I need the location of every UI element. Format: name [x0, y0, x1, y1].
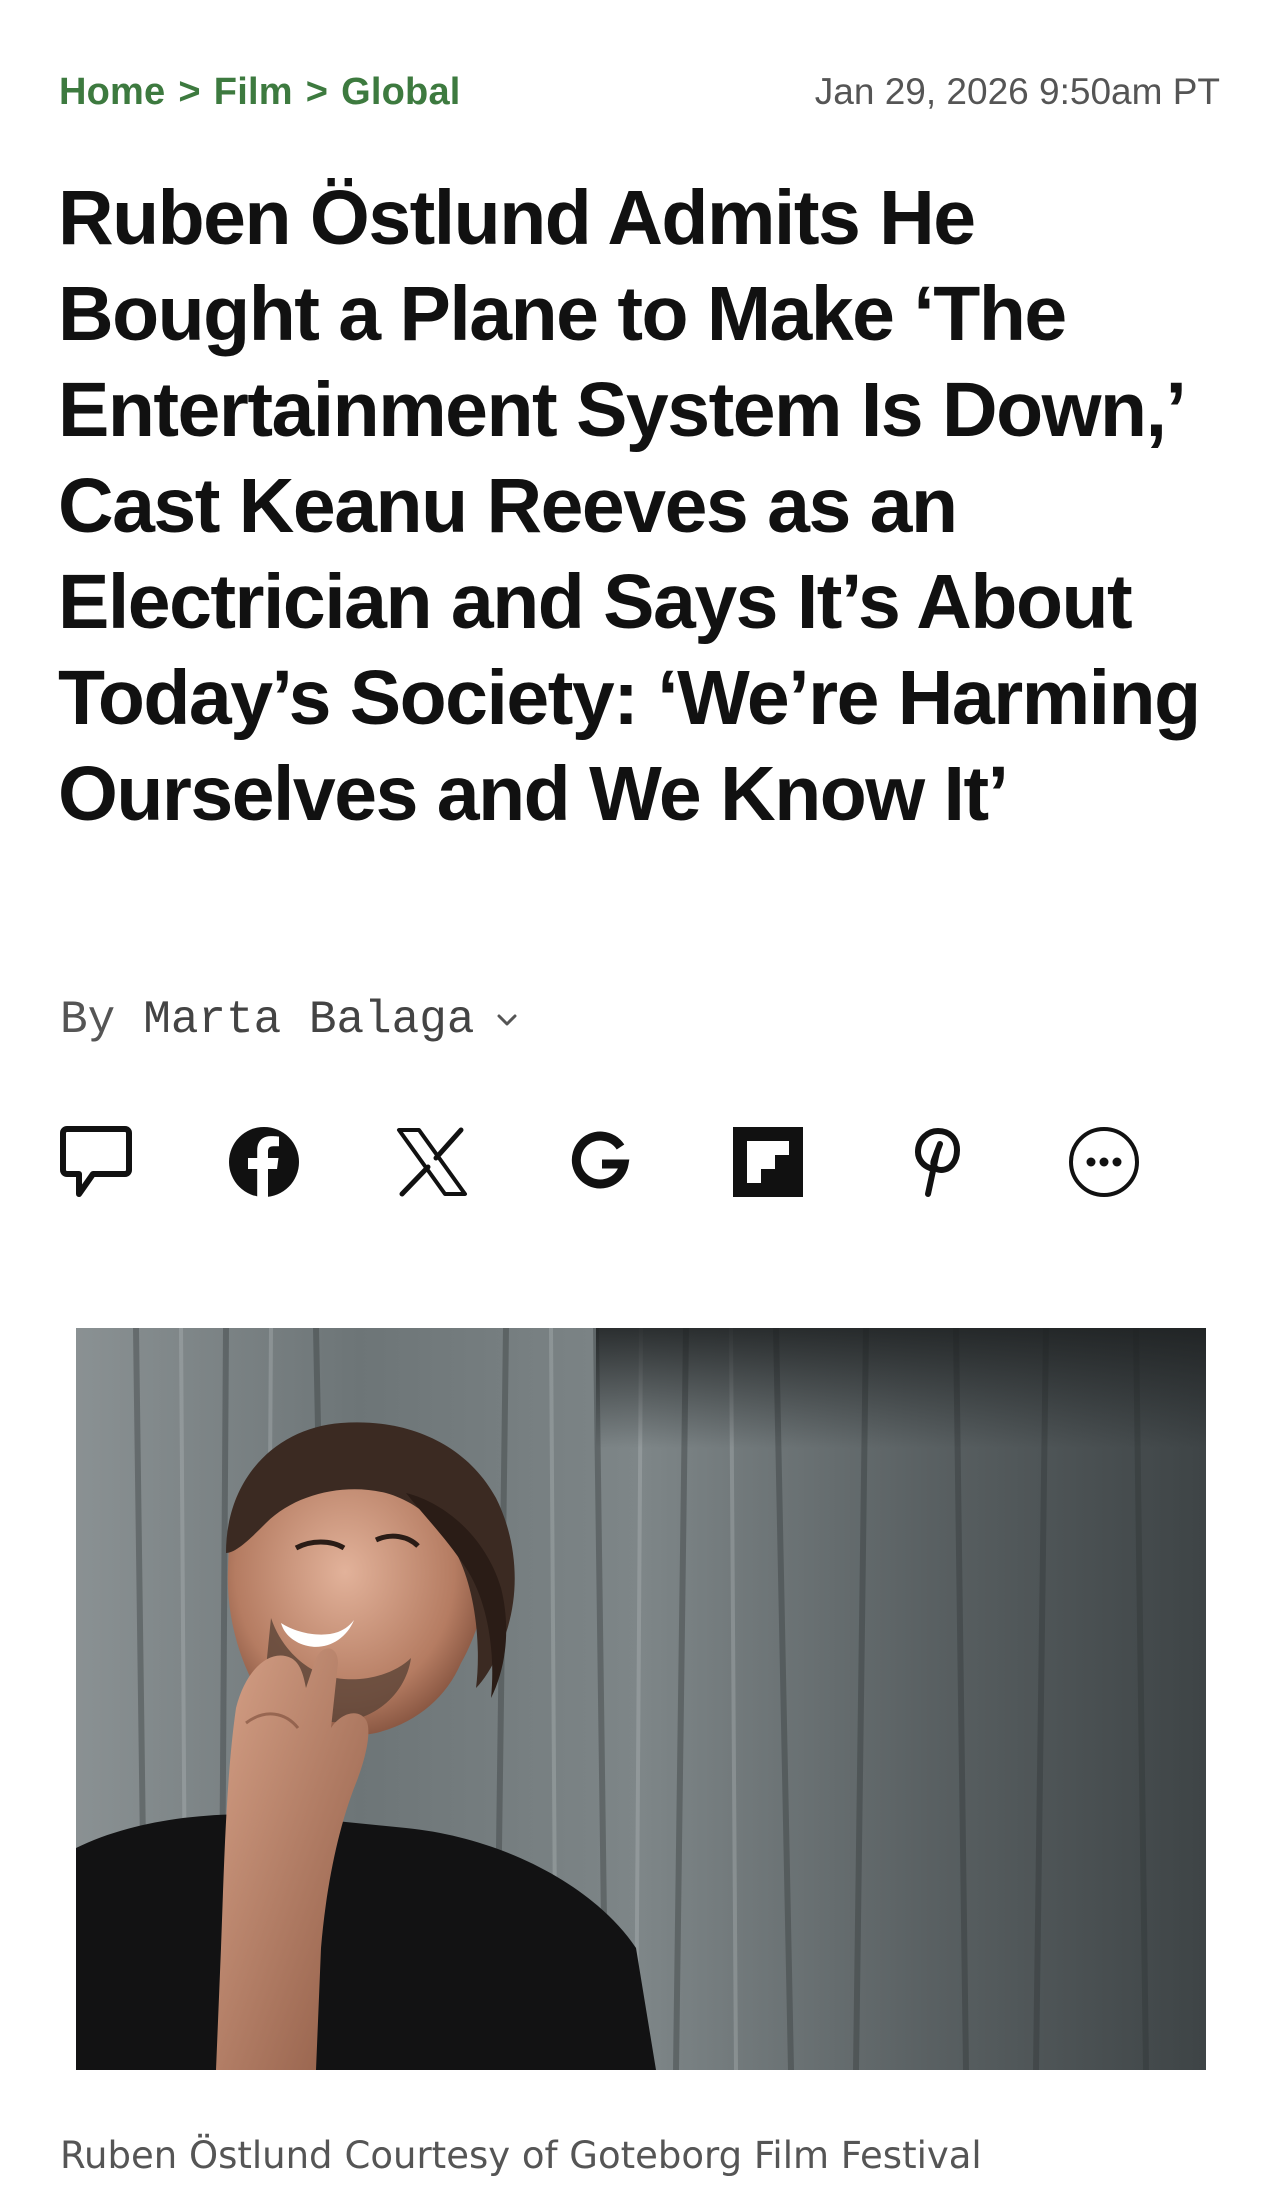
x-icon[interactable]	[394, 1124, 470, 1200]
flipboard-icon[interactable]	[730, 1124, 806, 1200]
more-icon[interactable]	[1066, 1124, 1142, 1200]
facebook-icon[interactable]	[226, 1124, 302, 1200]
article-headline: Ruben Östlund Admits He Bought a Plane t…	[58, 175, 1201, 837]
caption-subject: Ruben Östlund	[60, 2134, 333, 2177]
article-meta-bar: Home > Film > Global Jan 29, 2026 9:50am…	[59, 66, 1220, 118]
breadcrumb-separator: >	[305, 70, 329, 113]
breadcrumb-global-link[interactable]: Global	[341, 71, 460, 114]
breadcrumb-film-link[interactable]: Film	[214, 71, 293, 114]
caption-credit: Courtesy of Goteborg Film Festival	[344, 2134, 982, 2177]
pinterest-icon[interactable]	[898, 1124, 974, 1200]
byline-prefix: By	[60, 994, 116, 1046]
author-name-link[interactable]: Marta Balaga	[143, 994, 474, 1046]
google-icon[interactable]	[562, 1124, 638, 1200]
chevron-down-icon[interactable]	[496, 1013, 518, 1027]
breadcrumb-separator: >	[178, 70, 201, 113]
comment-icon[interactable]	[58, 1124, 134, 1200]
breadcrumb: Home > Film > Global	[59, 71, 461, 114]
breadcrumb-home-link[interactable]: Home	[59, 71, 165, 114]
publish-timestamp: Jan 29, 2026 9:50am PT	[814, 71, 1220, 112]
hero-image-caption: Ruben Östlund Courtesy of Goteborg Film F…	[60, 2134, 982, 2177]
share-bar	[58, 1122, 1142, 1202]
hero-image	[76, 1328, 1206, 2070]
byline: By Marta Balaga	[60, 990, 518, 1050]
